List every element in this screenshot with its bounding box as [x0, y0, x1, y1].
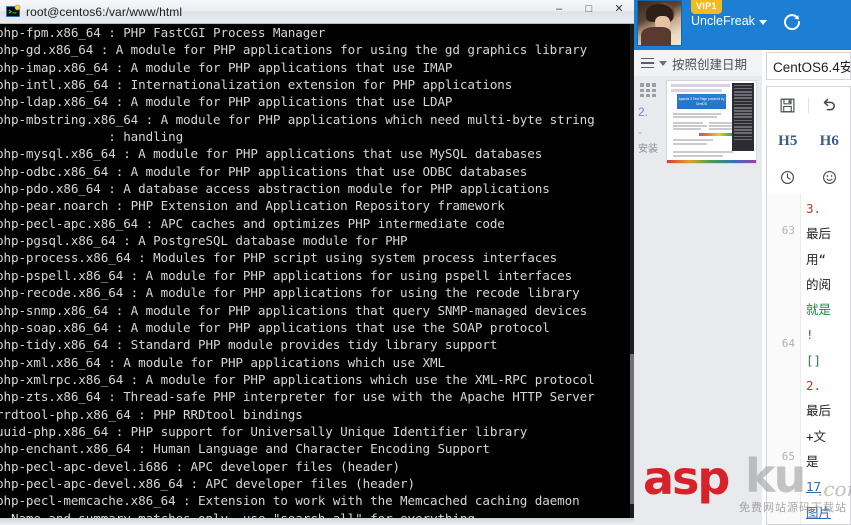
- refresh-icon[interactable]: [782, 12, 802, 32]
- terminal-titlebar[interactable]: root@centos6:/var/www/html – □ ✕: [0, 0, 634, 24]
- maximize-button[interactable]: □: [574, 0, 604, 17]
- terminal-line: uuid-php.x86_64 : PHP support for Univer…: [0, 423, 528, 439]
- terminal-line: php-xmlrpc.x86_64 : A module for PHP app…: [0, 371, 595, 387]
- note-list[interactable]: 2. - 安装 Apache 2 Test Page powered by Ce…: [634, 76, 762, 525]
- note-item-subtitle: 安装: [638, 144, 658, 155]
- terminal-line: php-pecl-apc-devel.i686 : APC developer …: [0, 458, 401, 474]
- editor-code-line: 是: [806, 453, 819, 469]
- terminal-line: php-imap.x86_64 : A module for PHP appli…: [0, 59, 453, 75]
- note-title-field[interactable]: CentOS6.4安装: [766, 52, 851, 80]
- sort-order-label[interactable]: 按照创建日期: [672, 54, 747, 73]
- undo-button[interactable]: [809, 87, 850, 123]
- editor-code-line: !: [806, 327, 814, 343]
- terminal-line: php-enchant.x86_64 : Human Language and …: [0, 441, 490, 457]
- note-thumbnail[interactable]: Apache 2 Test Page powered by CentOS: [666, 80, 757, 164]
- user-menu[interactable]: UncleFreak: [691, 14, 767, 28]
- app-header: VIP1 UncleFreak: [634, 0, 851, 50]
- terminal-line: php-pecl-apc.x86_64 : APC caches and opt…: [0, 215, 505, 231]
- terminal-line: php-pecl-memcache.x86_64 : Extension to …: [0, 493, 580, 509]
- terminal-window: root@centos6:/var/www/html – □ ✕ php-fpm…: [0, 0, 634, 525]
- terminal-line: php-mbstring.x86_64 : A module for PHP a…: [0, 111, 595, 127]
- terminal-line: php-pear.noarch : PHP Extension and Appl…: [0, 198, 505, 214]
- editor-code-line: 3.: [806, 201, 822, 216]
- terminal-line: php-recode.x86_64 : A module for PHP app…: [0, 285, 580, 301]
- editor-code-line: 最后: [806, 403, 832, 419]
- terminal-title: root@centos6:/var/www/html: [26, 4, 183, 19]
- screen-root: root@centos6:/var/www/html – □ ✕ php-fpm…: [0, 0, 851, 525]
- terminal-line: php-process.x86_64 : Modules for PHP scr…: [0, 250, 558, 266]
- editor-code-line: 最后: [806, 226, 832, 242]
- window-controls: – □ ✕: [544, 0, 634, 24]
- editor-code-line: []: [806, 352, 822, 368]
- editor-code-line: 17: [806, 479, 822, 495]
- list-item[interactable]: 2. - 安装 Apache 2 Test Page powered by Ce…: [634, 76, 762, 168]
- terminal-output: php-fpm.x86_64 : PHP FastCGI Process Man…: [0, 24, 634, 525]
- terminal-line: php-mysql.x86_64 : A module for PHP appl…: [0, 146, 543, 162]
- editor-line-gutter: 63 64 65: [767, 194, 801, 524]
- close-button[interactable]: ✕: [604, 0, 634, 17]
- note-list-toolbar: 按照创建日期: [634, 50, 762, 76]
- terminal-line: php-odbc.x86_64 : A module for PHP appli…: [0, 163, 528, 179]
- terminal-line: php-ldap.x86_64 : A module for PHP appli…: [0, 94, 453, 110]
- save-button[interactable]: [767, 87, 808, 123]
- vip-badge: VIP1: [691, 0, 722, 14]
- terminal-line: php-snmp.x86_64 : A module for PHP appli…: [0, 302, 588, 318]
- terminal-line: rrdtool-php.x86_64 : PHP RRDtool binding…: [0, 406, 303, 422]
- editor-code-line: 就是: [806, 302, 832, 318]
- avatar-cloak: [640, 26, 671, 46]
- user-avatar[interactable]: [637, 0, 682, 46]
- line-number: 63: [781, 224, 795, 237]
- editor-code-area[interactable]: 3.最后用“的阅就是![]2.最后+文是17图片[]: [801, 194, 850, 524]
- editor-code-line: 用“: [806, 251, 827, 267]
- chevron-down-icon: [758, 19, 767, 25]
- terminal-line: php-tidy.x86_64 : Standard PHP module pr…: [0, 337, 498, 353]
- chevron-down-icon[interactable]: [659, 60, 667, 66]
- terminal-bottom-strip: [0, 518, 634, 525]
- editor-toolbar-row-3: [767, 159, 850, 195]
- note-editor: CentOS6.4安装: [762, 50, 851, 525]
- terminal-screen[interactable]: php-fpm.x86_64 : PHP FastCGI Process Man…: [0, 24, 634, 525]
- terminal-line: php-pecl-apc-devel.x86_64 : APC develope…: [0, 475, 415, 491]
- line-number: 64: [781, 337, 795, 350]
- minimize-button[interactable]: –: [544, 0, 574, 17]
- line-number: 65: [781, 450, 795, 463]
- note-item-meta: 2. - 安装: [638, 80, 662, 164]
- terminal-line: php-gd.x86_64 : A module for PHP applica…: [0, 42, 588, 58]
- note-app-panel: VIP1 UncleFreak 按照创建日期 2. - 安装 Apache 2 …: [634, 0, 851, 525]
- terminal-app-icon: [5, 4, 21, 20]
- username-label: UncleFreak: [691, 14, 755, 28]
- heading-6-button[interactable]: H6: [809, 123, 851, 159]
- note-title-value: CentOS6.4安装: [773, 60, 850, 75]
- note-list-icon: [638, 83, 658, 99]
- terminal-line: php-pspell.x86_64 : A module for PHP app…: [0, 267, 573, 283]
- editor-toolbar: H5 H6: [766, 86, 851, 194]
- editor-code-line: +文: [806, 428, 827, 444]
- editor-toolbar-row-1: [767, 87, 850, 123]
- terminal-line: php-soap.x86_64 : A module for PHP appli…: [0, 319, 550, 335]
- clock-button[interactable]: [767, 159, 809, 195]
- note-item-dash: -: [638, 125, 642, 139]
- editor-code-line: 的阅: [806, 276, 832, 292]
- terminal-line: php-fpm.x86_64 : PHP FastCGI Process Man…: [0, 25, 326, 40]
- editor-code-line: 2.: [806, 378, 822, 394]
- note-item-number: 2.: [638, 105, 649, 119]
- heading-5-button[interactable]: H5: [767, 123, 809, 159]
- thumb-title: Apache 2 Test Page powered by CentOS: [678, 97, 725, 106]
- terminal-line: php-xml.x86_64 : A module for PHP applic…: [0, 354, 445, 370]
- terminal-line: php-pgsql.x86_64 : A PostgreSQL database…: [0, 233, 408, 249]
- emoji-button[interactable]: [809, 159, 851, 195]
- hamburger-menu-icon[interactable]: [641, 57, 654, 69]
- terminal-line: php-intl.x86_64 : Internationalization e…: [0, 77, 513, 93]
- terminal-line: php-zts.x86_64 : Thread-safe PHP interpr…: [0, 389, 595, 405]
- terminal-line: php-pdo.x86_64 : A database access abstr…: [0, 181, 550, 197]
- editor-body[interactable]: 636465 3.最后用“的阅就是![]2.最后+文是17图片[]: [766, 194, 851, 525]
- editor-code-line: 图片: [806, 504, 832, 520]
- editor-toolbar-row-2: H5 H6: [767, 123, 850, 159]
- terminal-line: : handling: [0, 129, 184, 145]
